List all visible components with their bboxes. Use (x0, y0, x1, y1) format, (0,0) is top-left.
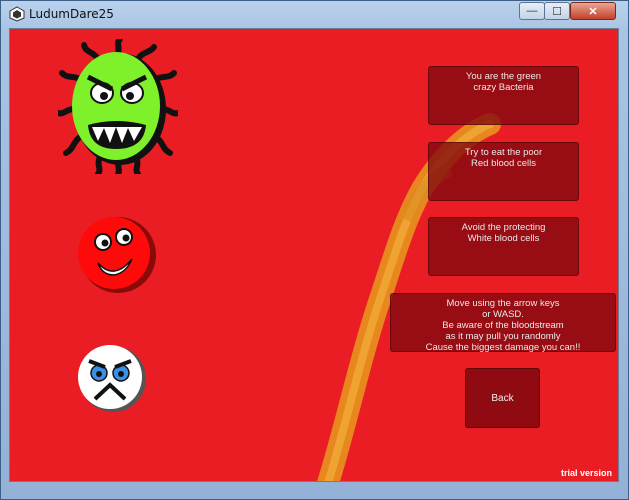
instruction-panel-bacteria: You are the green crazy Bacteria (428, 66, 579, 125)
back-button[interactable]: Back (465, 368, 540, 428)
red-blood-cell-icon (78, 217, 156, 293)
instruction-panel-avoid: Avoid the protecting White blood cells (428, 217, 579, 276)
window-title: LudumDare25 (29, 7, 114, 21)
instruction-panel-eat: Try to eat the poor Red blood cells (428, 142, 579, 201)
minimize-button[interactable]: — (519, 2, 545, 20)
game-viewport: You are the green crazy Bacteria Try to … (9, 28, 619, 482)
title-bar[interactable]: LudumDare25 — ☐ ✕ (1, 1, 629, 29)
maximize-button[interactable]: ☐ (544, 2, 570, 20)
app-window: LudumDare25 — ☐ ✕ You are the green craz… (0, 0, 629, 500)
unity-icon (9, 6, 25, 22)
white-blood-cell-icon (78, 345, 146, 412)
close-button[interactable]: ✕ (570, 2, 616, 20)
instruction-panel-controls: Move using the arrow keys or WASD. Be aw… (390, 293, 616, 353)
trial-version-label: trial version (561, 468, 613, 478)
bacteria-icon (58, 39, 178, 174)
